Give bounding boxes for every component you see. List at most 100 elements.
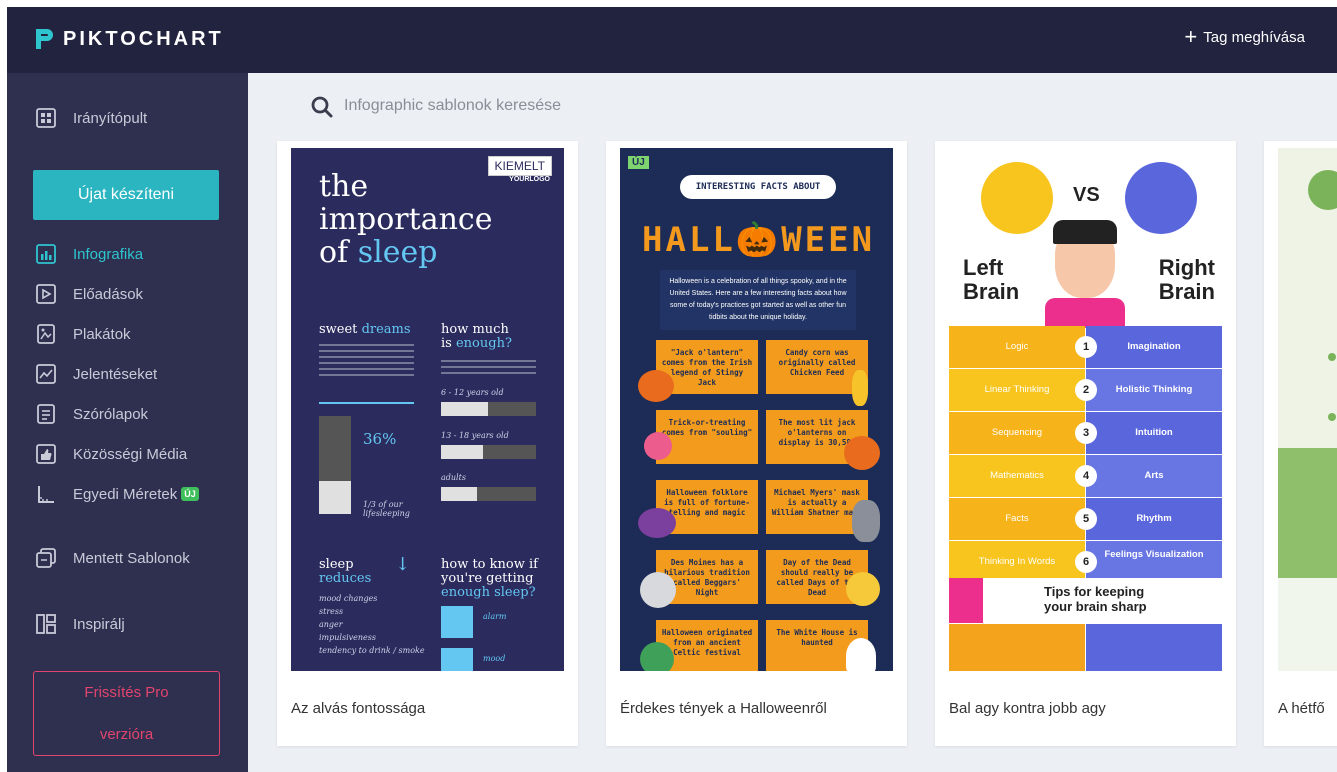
thumb-row-number: 2 [1075,379,1097,401]
thumb-word: sleep [357,235,438,270]
thumb-list-item: anger [319,620,343,629]
thumb-word: enough? [455,336,512,351]
mood-face-icon [441,648,473,671]
sidebar-item-label: Egyedi Méretek [73,485,178,503]
thumb-heading: the importance of sleep [319,170,492,269]
thumb-row-left: Facts [949,498,1085,540]
alarm-clock-icon [441,606,473,638]
skull-icon [846,572,880,606]
template-card[interactable]: VS Left Brain Right Brain Logic 1 Imagin… [935,141,1236,746]
vegetables-illustration-icon [1278,448,1337,578]
template-thumbnail: ÚJ INTERESTING FACTS ABOUT HALL🎃WEEN Hal… [620,148,893,671]
left-brain-bubble-icon [981,162,1053,234]
template-card[interactable]: KIEMELT YOURLOGO the importance of sleep… [277,141,578,746]
thumb-pill: INTERESTING FACTS ABOUT [680,175,836,199]
lollipop-icon [644,432,672,460]
dashboard-icon [35,107,57,129]
sidebar-item-dashboard[interactable]: Irányítópult [35,107,147,129]
thumb-vs: VS [1073,184,1100,206]
thumb-subheading: sweet dreams [319,323,411,337]
thumb-row-left: Thinking In Words [949,541,1085,583]
lightbulb-icon [949,578,983,623]
thumb-word: reduces [319,571,372,586]
poster-icon [35,323,57,345]
sidebar-item-social-media[interactable]: Közösségi Média [35,443,187,465]
sidebar-item-custom-sizes[interactable]: Egyedi Méretek ÚJ [35,483,199,505]
right-brain-bubble-icon [1125,162,1197,234]
thumb-tips-line: Tips for keeping [1044,584,1145,599]
thumb-heading: HALL🎃WEEN [642,220,876,260]
piktochart-logo-icon [36,29,53,49]
social-media-icon [35,443,57,465]
thumb-row-number: 6 [1075,551,1097,573]
thumb-footer-left [949,624,1085,671]
sidebar-item-label: Mentett Sablonok [73,549,190,567]
sidebar-item-label: Infografika [73,245,144,263]
card-title: Az alvás fontossága [291,700,426,717]
template-card[interactable]: ÚJ INTERESTING FACTS ABOUT HALL🎃WEEN Hal… [606,141,907,746]
sidebar-item-inspire[interactable]: Inspirálj [35,613,125,635]
thumb-row-left: Sequencing [949,412,1085,454]
thumb-row-number: 3 [1075,422,1097,444]
sidebar-item-infographics[interactable]: Infografika [35,243,143,265]
thumb-word: you're getting [441,571,534,586]
search-input[interactable] [344,91,944,121]
thumb-bar-fill [441,487,477,501]
template-thumbnail: VS Left Brain Right Brain Logic 1 Imagin… [949,148,1222,671]
brand-logo[interactable]: PIKTOCHART [33,26,224,52]
top-bar: PIKTOCHART + Tag meghívása [7,7,1337,73]
template-thumbnail [1278,148,1337,671]
moon-icon [640,572,676,608]
card-title: Érdekes tények a Halloweenről [620,700,827,717]
sidebar-item-posters[interactable]: Plakátok [35,323,131,345]
presentation-icon [35,283,57,305]
sidebar-item-reports[interactable]: Jelentéseket [35,363,157,385]
thumb-word: is [441,336,452,351]
upgrade-pro-button[interactable]: Frissítés Pro verzióra [33,671,220,756]
sidebar-item-presentations[interactable]: Előadások [35,283,143,305]
thumb-row-right: Intuition [1086,412,1222,454]
ghost-icon [846,638,876,671]
thumb-intro: Halloween is a celebration of all things… [660,270,856,330]
thumb-row-left: Mathematics [949,455,1085,497]
saved-templates-icon [35,547,57,569]
thumb-percent: 36% [363,430,397,448]
sidebar-item-flyers[interactable]: Szórólapok [35,403,148,425]
invite-team-button[interactable]: + Tag meghívása [1184,24,1305,49]
thumb-tips-line: your brain sharp [1044,599,1147,614]
upgrade-line-2: verzióra [99,726,154,743]
bullet-icon [1328,413,1336,421]
card-title: Bal agy kontra jobb agy [949,700,1106,717]
bullet-icon [1328,353,1336,361]
template-thumbnail: KIEMELT YOURLOGO the importance of sleep… [291,148,564,671]
thumb-list-item: mood changes [319,594,378,603]
thumb-caption: 1/3 of our lifesleeping [363,500,410,518]
mask-icon [852,500,880,542]
thumb-word: sweet [319,322,358,337]
thumb-row: Linear Thinking 2 Holistic Thinking [949,369,1222,411]
thumb-word: how much [441,322,509,337]
sidebar-item-label: Irányítópult [73,109,148,127]
sidebar-item-saved-templates[interactable]: Mentett Sablonok [35,547,190,569]
custom-size-icon [35,483,57,505]
thumb-bar-fill [319,481,351,514]
thumb-heading-line: importance [319,202,493,237]
thumb-row: Facts 5 Rhythm [949,498,1222,540]
report-icon [35,363,57,385]
thumb-subheading: sleep reduces [319,558,371,586]
thumb-tips-text: Tips for keeping your brain sharp [1044,584,1147,614]
sidebar-item-label: Előadások [73,285,144,303]
thumb-fact: Trick-or-treating comes from "souling" [656,410,758,464]
sidebar-item-label: Jelentéseket [73,365,158,383]
candy-corn-icon [852,370,868,406]
search-bar [248,73,1337,141]
plus-icon: + [1184,24,1198,49]
create-new-button[interactable]: Újat készíteni [33,170,219,220]
card-title: A hétfő [1278,700,1325,717]
thumb-caption: mood [483,654,506,663]
template-card[interactable]: A hétfő [1264,141,1337,746]
sidebar-item-label: Közösségi Média [73,445,188,463]
thumb-word: how to know if [441,557,538,572]
thumb-list-item: stress [319,607,344,616]
thumb-word: sleep [319,557,354,572]
